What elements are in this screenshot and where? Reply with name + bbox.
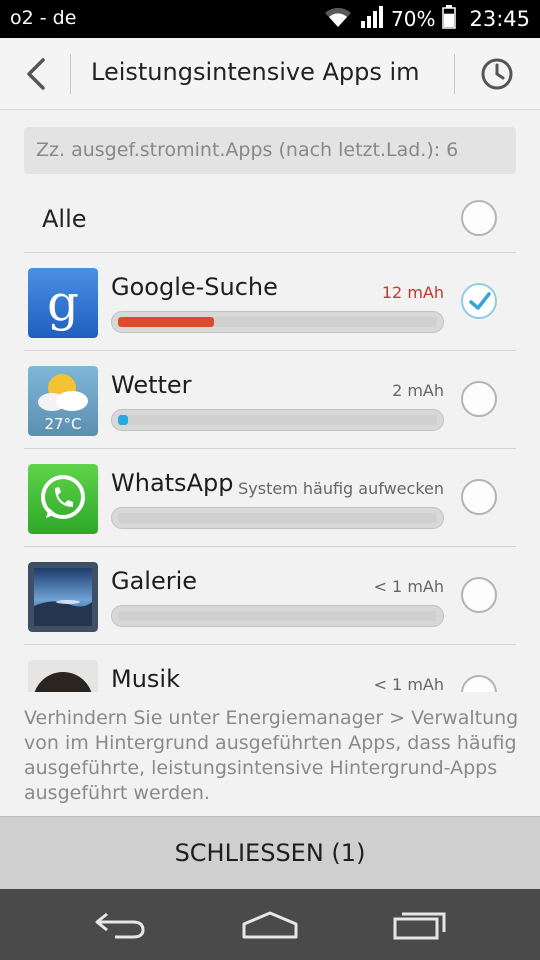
app-bar: Leistungsintensive Apps im <box>0 38 540 110</box>
app-checkbox[interactable] <box>461 577 497 613</box>
usage-bar-fill <box>118 317 214 327</box>
back-button[interactable] <box>14 52 58 96</box>
select-all-label: Alle <box>42 205 87 233</box>
list-item-music[interactable]: Musik < 1 mAh <box>24 645 516 692</box>
google-search-icon: g <box>28 268 98 338</box>
app-usage: System häufig aufwecken <box>234 479 444 498</box>
recents-icon <box>393 912 446 940</box>
whatsapp-icon <box>28 464 98 534</box>
weather-icon: 27°C <box>28 366 98 436</box>
nav-back-button[interactable] <box>80 903 160 947</box>
usage-bar <box>111 409 444 431</box>
app-checkbox[interactable] <box>461 479 497 515</box>
app-usage: < 1 mAh <box>369 675 444 692</box>
divider <box>454 54 455 94</box>
carrier-label: o2 - de <box>10 7 77 29</box>
app-usage: 12 mAh <box>377 283 444 302</box>
signal-icon <box>360 5 384 33</box>
app-checkbox[interactable] <box>461 675 497 692</box>
battery-percent: 70% <box>391 7 436 31</box>
weather-temp: 27°C <box>44 415 81 433</box>
usage-bar <box>111 507 444 529</box>
app-checkbox[interactable] <box>461 283 497 319</box>
music-icon <box>28 660 98 692</box>
app-checkbox[interactable] <box>461 381 497 417</box>
app-usage: < 1 mAh <box>369 577 444 596</box>
app-name: Google-Suche <box>111 273 278 301</box>
status-bar: o2 - de 70% 23:45 <box>0 0 540 38</box>
info-box: Zz. ausgef.stromint.Apps (nach letzt.Lad… <box>24 127 516 174</box>
nav-home-button[interactable] <box>230 903 310 947</box>
wifi-icon <box>323 5 353 33</box>
footer-note: Verhindern Sie unter Energiemanager > Ve… <box>24 707 519 804</box>
history-button[interactable] <box>474 52 520 96</box>
nav-recents-button[interactable] <box>380 903 460 947</box>
app-usage: 2 mAh <box>388 381 444 400</box>
close-button[interactable]: SCHLIESSEN (1) <box>0 816 540 889</box>
battery-icon <box>442 5 457 33</box>
chevron-left-icon <box>27 58 45 90</box>
list-item-weather[interactable]: 27°C Wetter 2 mAh <box>24 351 516 449</box>
svg-text:g: g <box>47 274 79 332</box>
list-item-google-search[interactable]: g Google-Suche 12 mAh <box>24 253 516 351</box>
gallery-icon <box>28 562 98 632</box>
app-name: Wetter <box>111 371 192 399</box>
clock: 23:45 <box>469 7 530 31</box>
usage-bar-fill <box>118 415 128 425</box>
checkmark-icon <box>469 292 491 310</box>
clock-icon <box>481 58 513 90</box>
app-name: WhatsApp <box>111 469 234 497</box>
usage-bar <box>111 311 444 333</box>
app-list[interactable]: Alle g Google-Suche 12 mAh 27°C Wetter 2… <box>0 184 540 692</box>
list-item-whatsapp[interactable]: WhatsApp System häufig aufwecken <box>24 449 516 547</box>
select-all-row[interactable]: Alle <box>24 184 516 253</box>
back-icon <box>95 912 145 939</box>
navigation-bar <box>0 889 540 960</box>
home-icon <box>242 911 298 939</box>
list-item-gallery[interactable]: Galerie < 1 mAh <box>24 547 516 645</box>
page-title: Leistungsintensive Apps im <box>91 58 420 86</box>
divider <box>70 54 71 94</box>
app-name: Musik <box>111 665 180 692</box>
app-name: Galerie <box>111 567 198 595</box>
usage-bar <box>111 605 444 627</box>
select-all-radio[interactable] <box>461 200 497 236</box>
